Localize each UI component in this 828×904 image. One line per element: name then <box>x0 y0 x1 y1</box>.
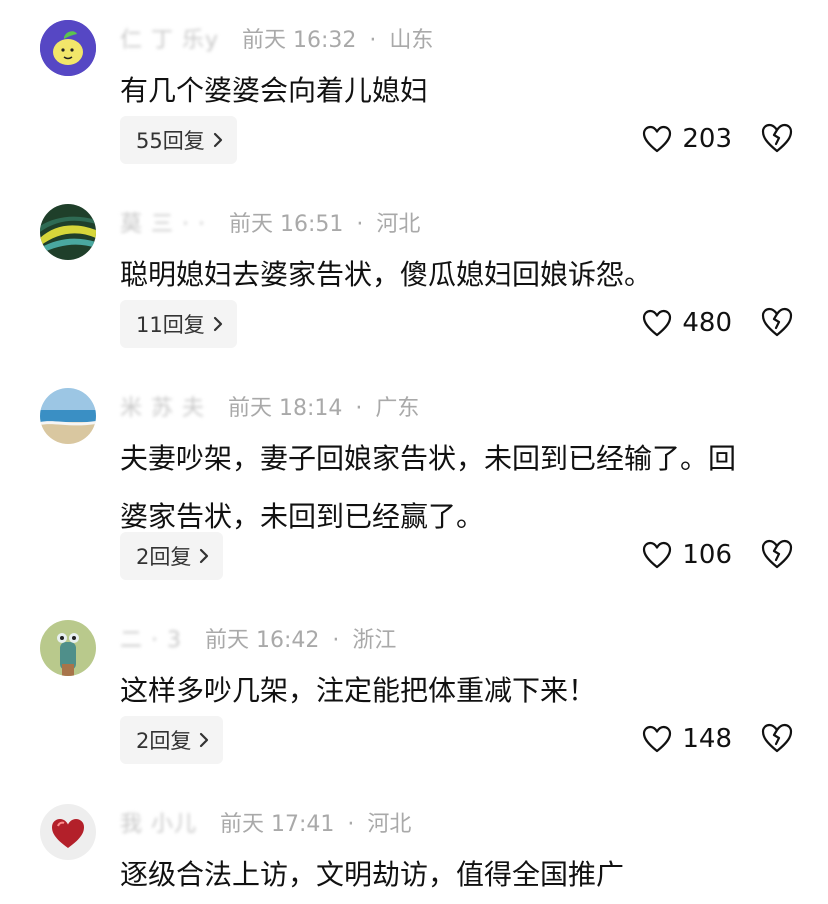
comment-item: 米 苏 夫 前天 18:14 · 广东 夫妻吵架，妻子回娘家告状，未回到已经输了… <box>0 368 828 600</box>
chevron-right-icon <box>213 132 222 148</box>
author-name[interactable]: 二 · 3 <box>120 628 182 653</box>
like-count: 148 <box>682 724 732 754</box>
view-replies-button[interactable]: 55回复 <box>120 116 237 164</box>
heart-outline-icon <box>643 309 672 337</box>
comment-meta: 二 · 3 前天 16:42 · 浙江 <box>120 628 397 653</box>
broken-heart-icon[interactable] <box>760 122 794 154</box>
author-name[interactable]: 米 苏 夫 <box>120 396 205 421</box>
broken-heart-icon[interactable] <box>760 306 794 338</box>
comment-item: 二 · 3 前天 16:42 · 浙江 这样多吵几架，注定能把体重减下来！ 2回… <box>0 600 828 784</box>
comment-time: 前天 16:32 <box>242 28 357 53</box>
comment-text: 逐级合法上访，文明劫访，值得全国推广 <box>120 858 625 891</box>
comment-time: 前天 16:51 <box>228 212 344 237</box>
like-button[interactable]: 203 <box>642 124 732 154</box>
comment-text: 聪明媳妇去婆家告状，傻瓜媳妇回娘诉怨。 <box>120 258 653 291</box>
chevron-right-icon <box>200 548 209 564</box>
like-count: 480 <box>682 308 732 338</box>
like-button[interactable]: 148 <box>642 724 732 754</box>
avatar[interactable] <box>40 204 96 260</box>
author-name[interactable]: 仁 丁 乐y <box>120 28 219 53</box>
comment-time: 前天 18:14 <box>228 396 343 421</box>
heart-outline-icon <box>643 125 672 153</box>
comment-meta: 莫 三 · · 前天 16:51 · 河北 <box>120 212 421 237</box>
comment-item: 我 小儿 前天 17:41 · 河北 逐级合法上访，文明劫访，值得全国推广 <box>0 784 828 902</box>
avatar[interactable] <box>40 388 96 444</box>
comment-text: 夫妻吵架，妻子回娘家告状，未回到已经输了。回婆家告状，未回到已经赢了。 <box>120 442 737 533</box>
comment-text: 有几个婆婆会向着儿媳妇 <box>120 74 429 107</box>
comment-item: 莫 三 · · 前天 16:51 · 河北 聪明媳妇去婆家告状，傻瓜媳妇回娘诉怨… <box>0 184 828 368</box>
reply-count: 55回复 <box>136 129 205 153</box>
author-name[interactable]: 我 小儿 <box>120 812 197 837</box>
like-button[interactable]: 106 <box>642 540 732 570</box>
comment-item: 仁 丁 乐y 前天 16:32 · 山东 有几个婆婆会向着儿媳妇 55回复 20… <box>0 0 828 184</box>
comment-text: 这样多吵几架，注定能把体重减下来！ <box>120 674 597 707</box>
view-replies-button[interactable]: 11回复 <box>120 300 237 348</box>
like-count: 203 <box>682 124 732 154</box>
heart-outline-icon <box>643 541 672 569</box>
comment-location: 山东 <box>389 28 434 53</box>
comment-meta: 我 小儿 前天 17:41 · 河北 <box>120 812 412 837</box>
heart-outline-icon <box>643 725 672 753</box>
broken-heart-icon[interactable] <box>760 538 794 570</box>
comment-time: 前天 16:42 <box>204 628 320 653</box>
comment-meta: 米 苏 夫 前天 18:14 · 广东 <box>120 396 420 421</box>
comment-time: 前天 17:41 <box>220 812 335 837</box>
chevron-right-icon <box>213 316 222 332</box>
avatar[interactable] <box>40 804 96 860</box>
chevron-right-icon <box>200 732 209 748</box>
reply-count: 11回复 <box>136 313 205 337</box>
avatar[interactable] <box>40 620 96 676</box>
comment-meta: 仁 丁 乐y 前天 16:32 · 山东 <box>120 28 434 53</box>
like-button[interactable]: 480 <box>642 308 732 338</box>
comment-location: 浙江 <box>352 628 397 653</box>
reply-count: 2回复 <box>136 729 192 753</box>
view-replies-button[interactable]: 2回复 <box>120 532 224 580</box>
comment-location: 河北 <box>376 212 421 237</box>
view-replies-button[interactable]: 2回复 <box>120 716 224 764</box>
author-name[interactable]: 莫 三 · · <box>120 212 206 237</box>
avatar[interactable] <box>40 20 96 76</box>
reply-count: 2回复 <box>136 545 192 569</box>
comment-location: 广东 <box>375 396 420 421</box>
broken-heart-icon[interactable] <box>760 722 794 754</box>
comment-location: 河北 <box>367 812 412 837</box>
like-count: 106 <box>682 540 732 570</box>
